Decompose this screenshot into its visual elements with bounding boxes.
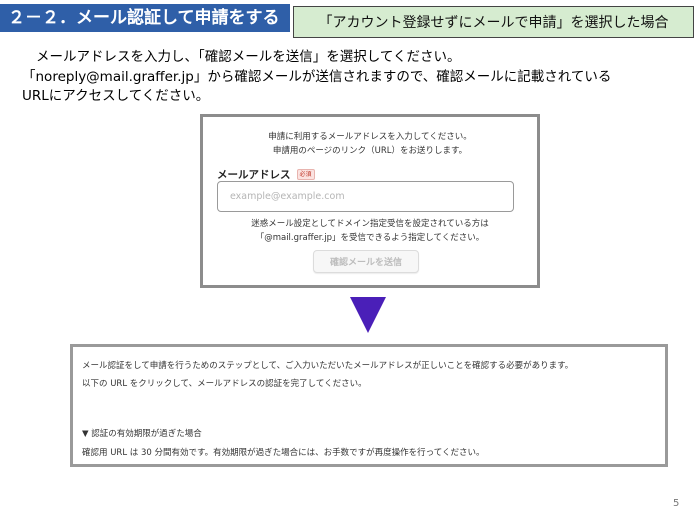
page-number: 5 — [673, 498, 680, 509]
scenario-tag: 「アカウント登録せずにメールで申請」を選択した場合 — [293, 6, 694, 38]
down-triangle-arrow-icon — [350, 297, 386, 333]
form-description-line-1: 申請に利用するメールアドレスを入力してください。 — [268, 132, 472, 142]
email-label: メールアドレス — [217, 169, 291, 181]
spam-setting-note: 迷惑メール設定としてドメイン指定受信を設定されている方は 「@mail.graf… — [203, 217, 537, 245]
email-body-line-2: 以下の URL をクリックして、メールアドレスの認証を完了してください。 — [82, 379, 367, 389]
email-expiry-heading: ▼ 認証の有効期限が過ぎた場合 — [82, 429, 202, 439]
spam-note-line-2: 「@mail.graffer.jp」を受信できるよう指定してください。 — [255, 233, 485, 243]
confirmation-email-screenshot: メール認証をして申請を行うためのステップとして、ご入力いただいたメールアドレスが… — [70, 344, 668, 467]
form-description-line-2: 申請用のページのリンク（URL）をお送りします。 — [272, 146, 468, 156]
email-input[interactable] — [217, 181, 514, 212]
email-expiry-text: 確認用 URL は 30 分間有効です。有効期限が過ぎた場合には、お手数ですが再… — [82, 448, 485, 458]
instruction-line-2: 「noreply@mail.graffer.jp」から確認メールが送信されますの… — [22, 68, 612, 85]
email-label-row: メールアドレス 必須 — [217, 167, 315, 182]
instruction-line-1: メールアドレスを入力し、「確認メールを送信」を選択してください。 — [36, 49, 461, 65]
email-form-screenshot: 申請に利用するメールアドレスを入力してください。 申請用のページのリンク（URL… — [200, 114, 540, 288]
required-badge: 必須 — [296, 169, 315, 180]
instructions: メールアドレスを入力し、「確認メールを送信」を選択してください。 「norepl… — [22, 48, 692, 107]
email-body-line-1: メール認証をして申請を行うためのステップとして、ご入力いただいたメールアドレスが… — [82, 361, 574, 371]
spam-note-line-1: 迷惑メール設定としてドメイン指定受信を設定されている方は — [251, 219, 489, 229]
instruction-line-3: URLにアクセスしてください。 — [22, 88, 210, 104]
send-confirmation-email-button[interactable]: 確認メールを送信 — [313, 250, 419, 273]
form-description: 申請に利用するメールアドレスを入力してください。 申請用のページのリンク（URL… — [203, 130, 537, 158]
slide-title: ２－２．メール認証して申請をする — [0, 4, 290, 32]
